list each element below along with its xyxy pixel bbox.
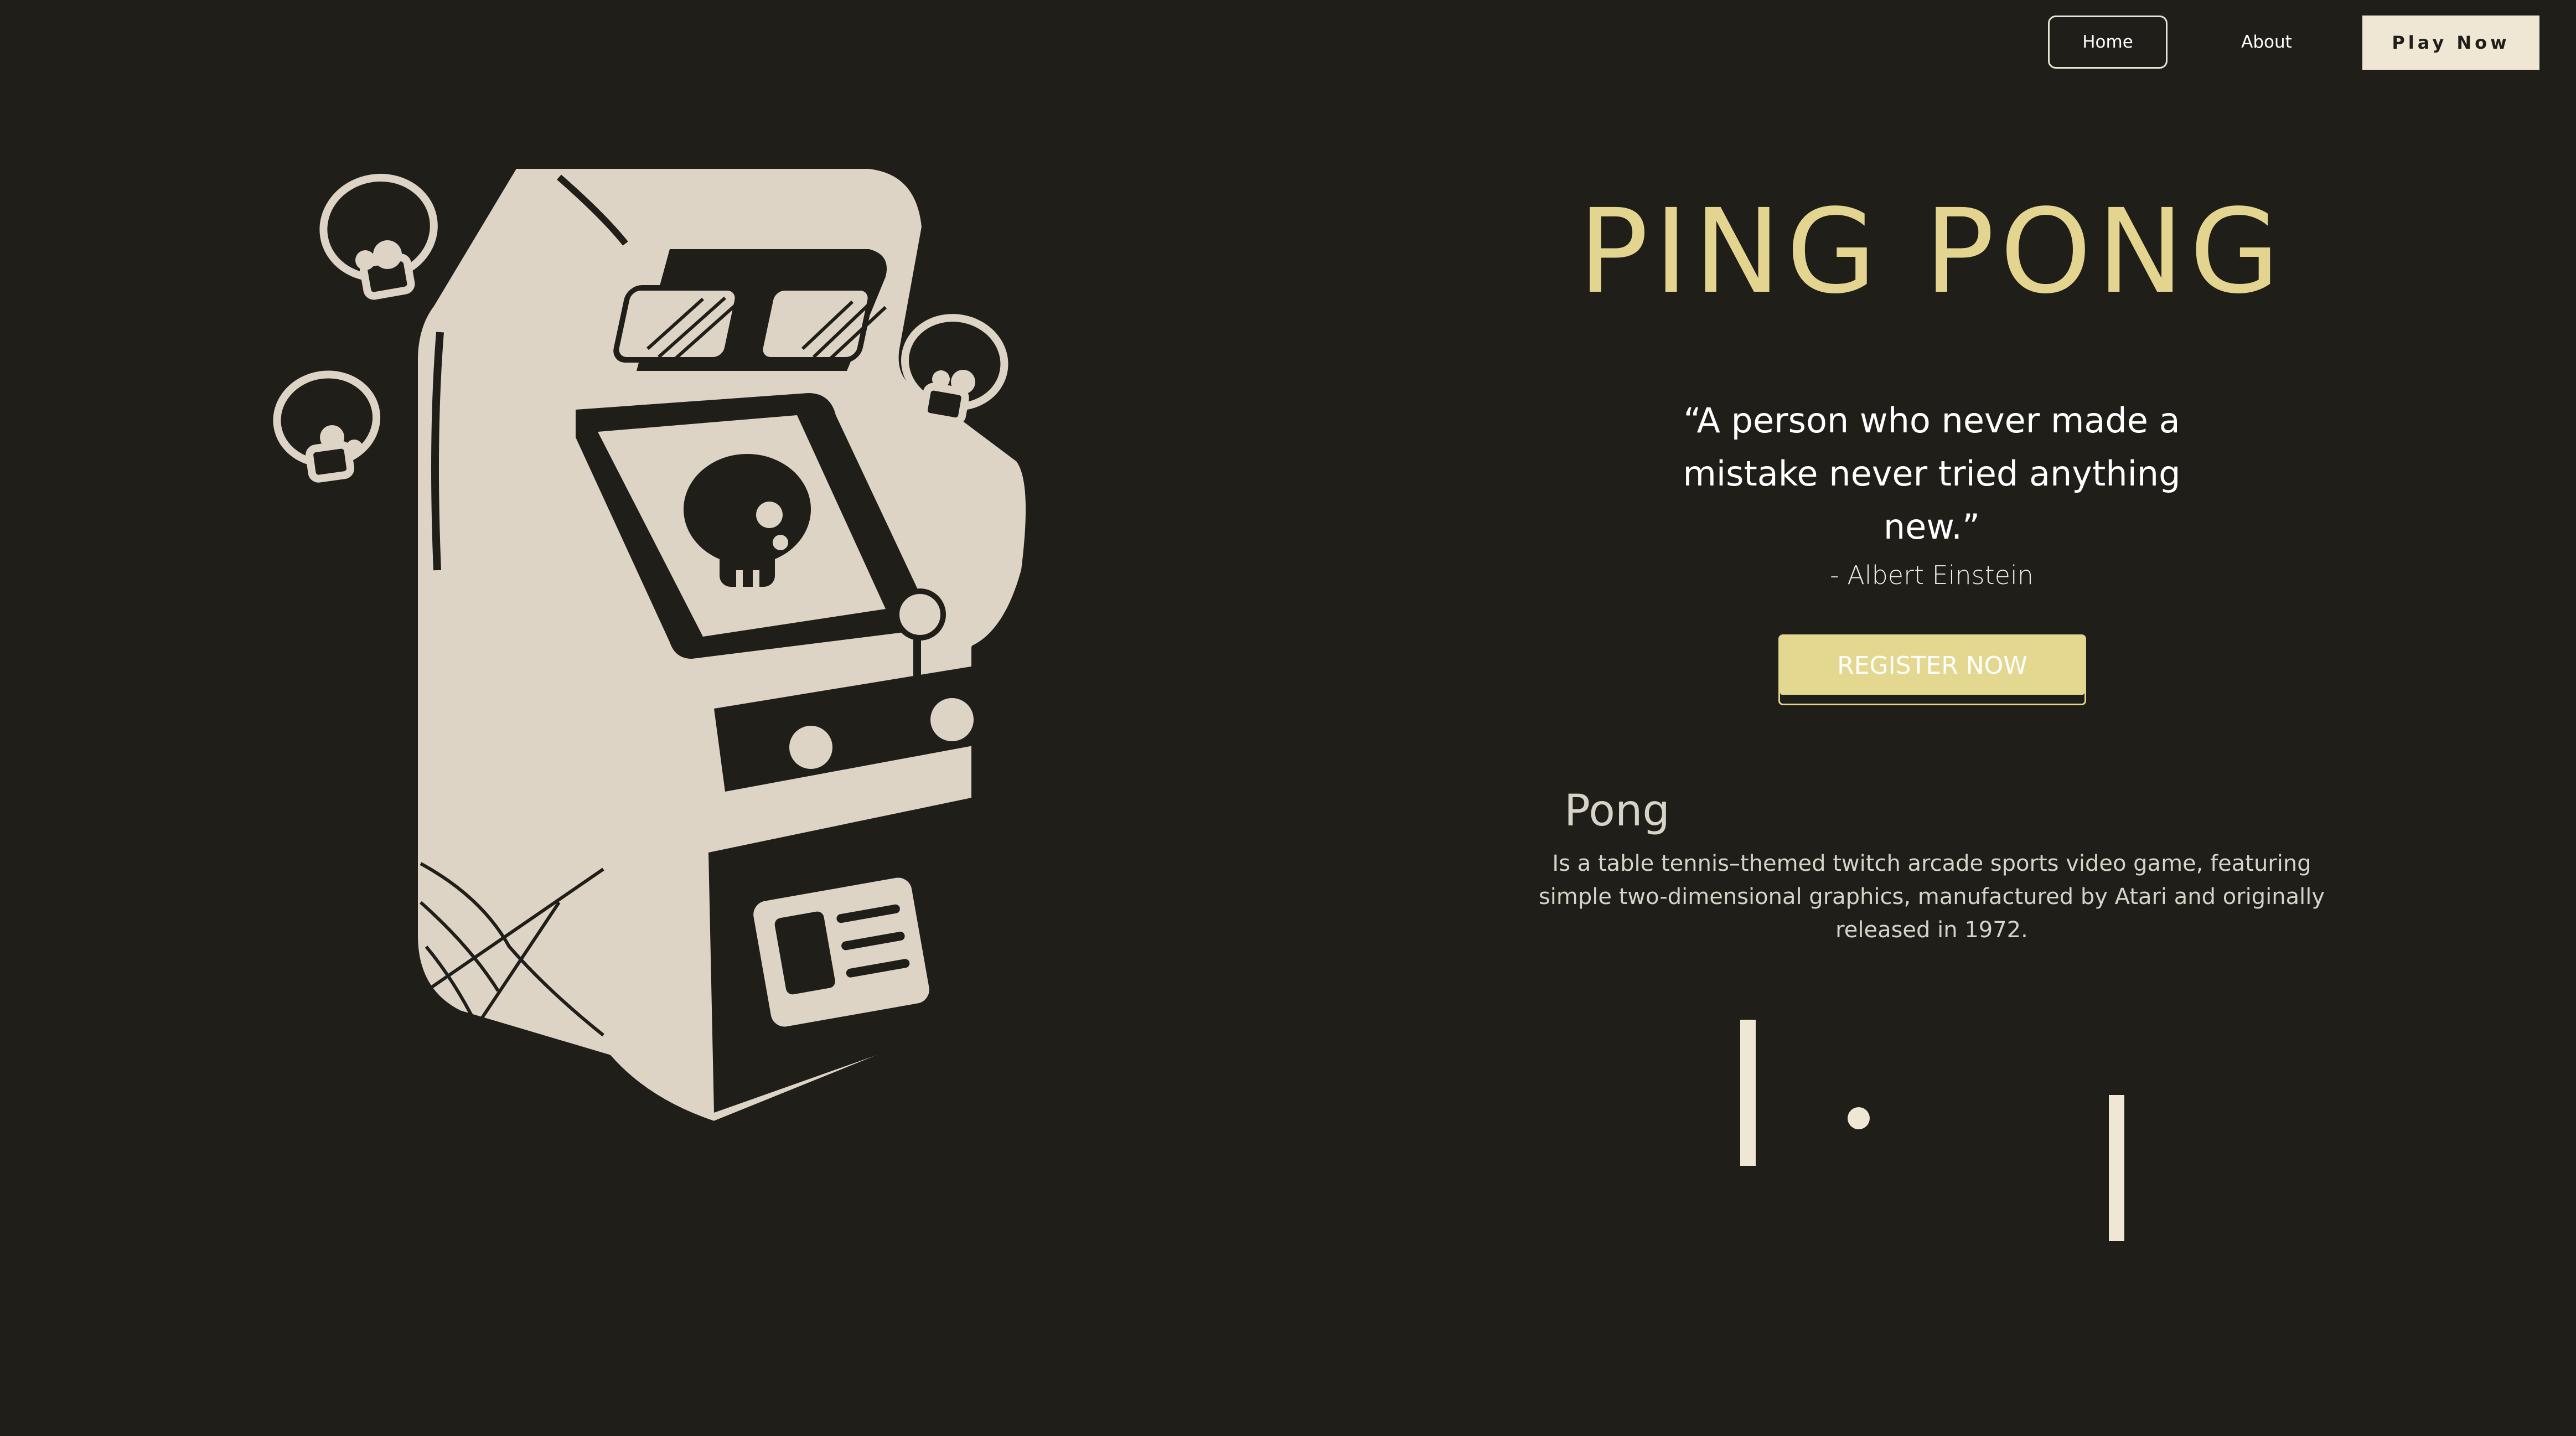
- register-now-button[interactable]: REGISTER NOW: [1778, 634, 2086, 705]
- left-paddle: [1740, 1020, 1756, 1166]
- arcade-cabinet-illustration: [273, 163, 1031, 1127]
- nav-about-link[interactable]: About: [2214, 16, 2319, 69]
- right-paddle: [2109, 1095, 2124, 1241]
- nav-home-button[interactable]: Home: [2048, 16, 2168, 69]
- play-now-button[interactable]: Play Now: [2362, 16, 2539, 70]
- register-now-label: REGISTER NOW: [1780, 636, 2084, 695]
- page-title: PING PONG: [1578, 184, 2285, 319]
- section-description: Is a table tennis–themed twitch arcade s…: [1538, 851, 2325, 943]
- landing-page: Home About Play Now PING PONG “A person …: [0, 0, 2576, 1436]
- quote-author: - Albert Einstein: [1830, 560, 2034, 590]
- section-title: Pong: [1564, 786, 1670, 836]
- pong-ball: [1848, 1107, 1870, 1129]
- hero-quote: “A person who never made a mistake never…: [1683, 400, 2181, 547]
